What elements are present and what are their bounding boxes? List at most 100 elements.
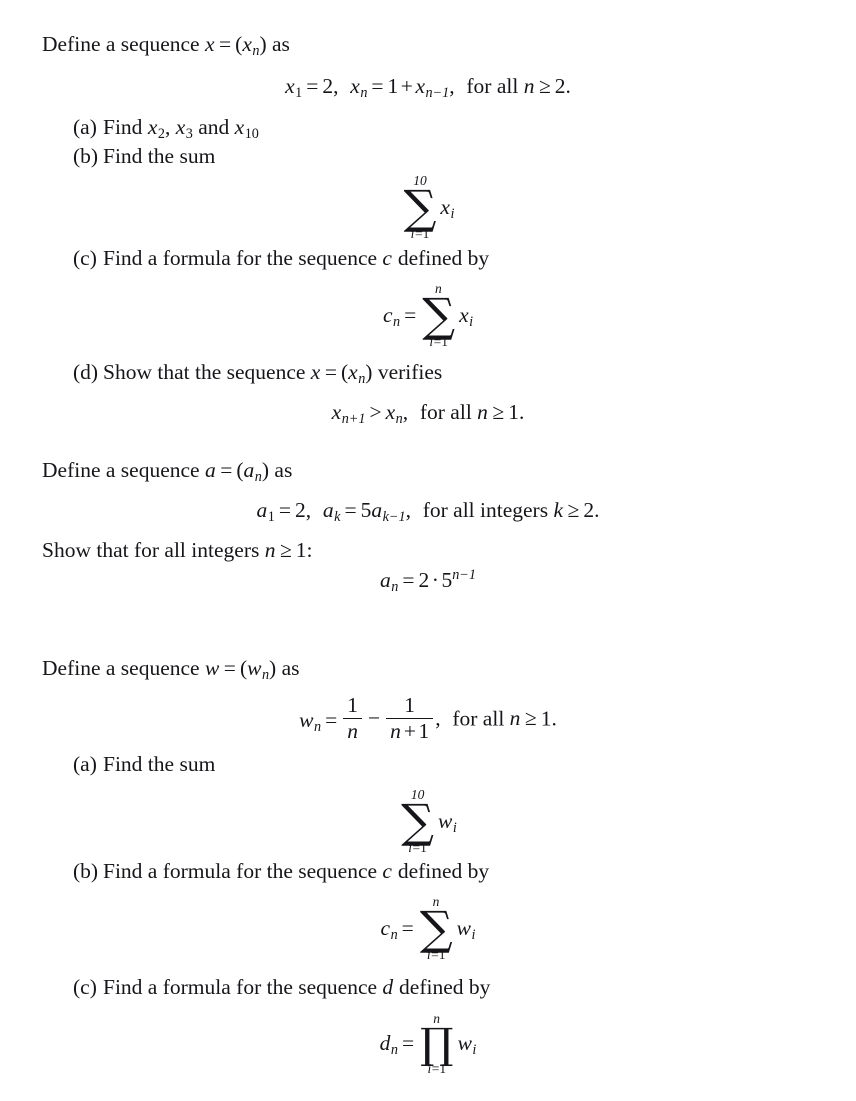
fraction-one-over-n-plus-1: 1 n +1 (386, 695, 434, 743)
item-tag-c: (c) (73, 246, 97, 270)
cond-var-n: n (477, 400, 488, 424)
item-a-find-sum-w: (a) Find the sum (73, 752, 215, 776)
geq-sign: ≥ (538, 74, 551, 98)
sigma-icon: ∑ (419, 900, 453, 955)
x-n-minus-1: x (415, 74, 425, 98)
equals-1: = (306, 74, 319, 98)
numerator-1: 1 (386, 695, 434, 719)
subscript-n: n (254, 468, 262, 485)
item-tag-b: (b) (73, 144, 99, 168)
value-1: 1 (387, 74, 399, 98)
cond-var-k: k (553, 498, 563, 522)
lower-value: 1 (439, 1061, 447, 1077)
geq-sign: ≥ (567, 498, 580, 522)
separator-1: , (164, 115, 176, 139)
comma: , (435, 706, 441, 731)
equals-sign: = (223, 656, 236, 680)
lower-equals: = (414, 226, 423, 242)
a-one: a (256, 498, 268, 522)
exponent-n-minus-1: n−1 (452, 567, 476, 584)
define-text: Define a sequence (42, 656, 205, 680)
cn-equals: = (404, 302, 417, 327)
define-text: Define a sequence (42, 458, 205, 482)
product-body-sub: i (472, 1042, 477, 1059)
lower-value: 1 (441, 334, 448, 350)
sequence-w-definition-line: Define a sequence w = (wn) as (42, 656, 300, 683)
cond-value: 2. (554, 74, 571, 98)
x-n-plus-1-sub: n+1 (341, 410, 366, 427)
pi-product-icon: ∏ (420, 1018, 454, 1068)
sigma-icon: ∑ (401, 793, 435, 848)
equals-sign: = (219, 32, 232, 56)
sequence-x-definition-line: Define a sequence x = (xn) as (42, 32, 290, 58)
product-body-var: w (457, 1031, 472, 1056)
item-tag-d: (d) (73, 360, 99, 384)
recurrence-a-equation: a1 = 2, ak = 5ak−1, for all integers k ≥2. (48, 498, 808, 525)
fraction-one-over-n: 1n (343, 695, 362, 742)
item-c-text-b: defined by (392, 246, 490, 270)
equals-sign: = (325, 707, 338, 732)
cn-block: cn = n ∑ i=1 wi (381, 895, 476, 962)
item-tag-a: (a) (73, 752, 97, 776)
summation-operator: 10 ∑ i=1 (404, 174, 437, 241)
cn-sum-x-equation: cn = n ∑ i=1 xi (48, 282, 808, 349)
dn-var: d (379, 1031, 391, 1056)
comma-2: , (405, 498, 411, 522)
show-text: Show that for all integers (42, 538, 265, 562)
subscript-n: n (261, 666, 270, 683)
comma-2: , (449, 74, 455, 98)
sum-body-var: x (440, 194, 450, 219)
equals-2: = (371, 74, 384, 98)
equals-sign: = (220, 458, 233, 482)
geq-sign: ≥ (279, 538, 292, 562)
cond-value: 1. (540, 706, 557, 731)
math-var-w: w (204, 656, 220, 680)
sum-block: 10 ∑ i=1 wi (399, 788, 457, 855)
find-text: Find (103, 115, 148, 139)
x-n-sub: n (395, 410, 403, 427)
cn-sub: n (390, 926, 398, 943)
for-all-text: for all (466, 74, 524, 98)
term-x3: x (175, 115, 186, 139)
paren-close: ) (261, 458, 270, 482)
lower-equals: = (431, 947, 439, 963)
a-prev-sub: k−1 (382, 508, 406, 525)
wn-left-side: wn = (299, 707, 341, 734)
term-x2-sub: 2 (157, 125, 165, 142)
equals-sign: = (324, 360, 337, 384)
math-var-xn: x (242, 32, 252, 56)
comma-1: , (305, 498, 312, 522)
comma: , (402, 400, 409, 424)
sum-body-sub: i (469, 313, 474, 330)
sum-body-var: w (456, 915, 471, 940)
coefficient-2: 2 (418, 568, 430, 592)
dn-block: dn = n ∏ i=1 wi (380, 1012, 477, 1076)
math-var-wn: w (247, 656, 262, 680)
as-text: as (269, 458, 293, 482)
geq-sign: ≥ (492, 400, 505, 424)
for-all-text: for all (419, 400, 478, 424)
plus-sign: + (400, 74, 413, 98)
cn-left-side: cn = (382, 302, 420, 329)
product-operator: n ∏ i=1 (420, 1012, 453, 1076)
a-n: a (380, 568, 391, 592)
sigma-icon: ∑ (422, 287, 456, 342)
increasing-inequality: xn+1 > xn, for all n ≥1. (48, 400, 808, 427)
equals-1: = (278, 498, 292, 522)
item-d-text-a: Show that the sequence (103, 360, 311, 384)
x-n: x (350, 74, 360, 98)
sum-body: xi (457, 304, 474, 330)
cn-var: c (382, 302, 393, 327)
term-x2: x (147, 115, 158, 139)
sum-body-var: w (438, 808, 453, 833)
denominator-n: n (347, 718, 358, 743)
term-x10-sub: 10 (244, 125, 259, 142)
value-2: 2 (295, 498, 306, 522)
item-tag-c: (c) (73, 975, 97, 999)
item-a-find-terms: (a) Find x2, x3 and x10 (73, 115, 259, 142)
den-plus-sign: + (403, 718, 416, 743)
sum-body: wi (436, 808, 457, 835)
summation-operator: n ∑ i=1 (422, 282, 455, 349)
item-b-find-sum: (b) Find the sum (73, 144, 215, 168)
cn-block: cn = n ∑ i=1 xi (383, 282, 473, 349)
